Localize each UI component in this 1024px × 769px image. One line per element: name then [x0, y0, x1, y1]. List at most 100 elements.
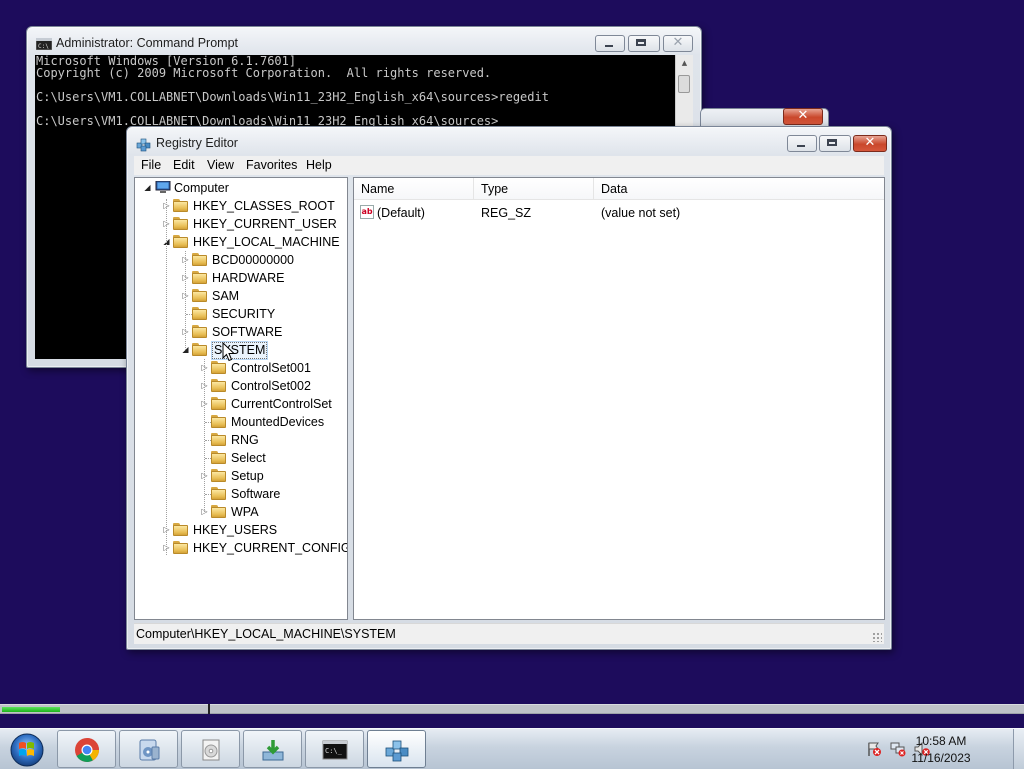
tree-node-label[interactable]: HARDWARE — [212, 269, 284, 287]
menu-file[interactable]: File — [141, 158, 161, 172]
taskbar-command-prompt[interactable]: C:\_ — [305, 730, 364, 768]
folder-icon — [173, 217, 188, 230]
cmd-title: Administrator: Command Prompt — [56, 36, 239, 50]
start-button[interactable] — [4, 730, 50, 768]
scroll-up-icon[interactable]: ▲ — [676, 55, 693, 72]
taskbar-installer[interactable] — [243, 730, 302, 768]
tree-node-label[interactable]: Setup — [231, 467, 264, 485]
menu-help[interactable]: Help — [306, 158, 332, 172]
regedit-maximize-button[interactable] — [819, 135, 851, 152]
maximize-icon — [636, 39, 646, 46]
background-window-close-button[interactable]: ✕ — [783, 108, 823, 125]
svg-text:C:\: C:\ — [38, 43, 49, 50]
value-name[interactable]: (Default) — [377, 204, 425, 222]
folder-icon — [211, 379, 226, 392]
close-icon: ✕ — [864, 135, 876, 150]
tree-node-label[interactable]: HKEY_CLASSES_ROOT — [193, 197, 335, 215]
folder-icon — [192, 271, 207, 284]
taskbar-disc[interactable] — [181, 730, 240, 768]
svg-text:C:\_: C:\_ — [325, 747, 343, 755]
folder-icon — [211, 469, 226, 482]
status-path: Computer\HKEY_LOCAL_MACHINE\SYSTEM — [136, 627, 396, 641]
tree-node-label[interactable]: SECURITY — [212, 305, 275, 323]
value-type[interactable]: REG_SZ — [481, 204, 531, 222]
minimize-icon — [605, 45, 613, 47]
tree-node-label[interactable]: SYSTEM — [210, 341, 269, 360]
menu-view[interactable]: View — [207, 158, 234, 172]
taskbar-chrome[interactable] — [57, 730, 116, 768]
folder-icon — [211, 451, 226, 464]
tree-node-label[interactable]: CurrentControlSet — [231, 395, 332, 413]
column-data[interactable]: Data — [594, 178, 884, 200]
column-name[interactable]: Name — [354, 178, 474, 200]
taskbar: C:\_ 10:58 AM 11/16/2023 — [0, 728, 1024, 769]
regedit-window[interactable]: Registry Editor ✕ File Edit View Favorit… — [126, 126, 892, 650]
tree-node-label[interactable]: RNG — [231, 431, 259, 449]
folder-icon — [173, 235, 188, 248]
tree-node-label[interactable]: HKEY_USERS — [193, 521, 277, 539]
registry-tree[interactable]: ◢ Computer ▷ HKEY_CLASSES_ROOT ▷ HKEY_CURRENT… — [134, 177, 348, 620]
regedit-icon — [385, 740, 409, 762]
regedit-minimize-button[interactable] — [787, 135, 817, 152]
menu-bar: File Edit View Favorites Help — [134, 156, 884, 175]
tree-node-label[interactable]: ControlSet002 — [231, 377, 311, 395]
computer-icon — [155, 180, 171, 194]
action-center-flag-icon[interactable] — [866, 741, 882, 757]
tree-guide-line — [166, 199, 167, 555]
maximize-icon — [827, 139, 837, 146]
folder-icon — [211, 487, 226, 500]
clock-date[interactable]: 11/16/2023 — [886, 751, 996, 765]
folder-icon — [192, 325, 207, 338]
menu-edit[interactable]: Edit — [173, 158, 195, 172]
close-icon: ✕ — [672, 35, 684, 50]
resize-grip-icon[interactable] — [872, 632, 882, 642]
tree-node-label[interactable]: SOFTWARE — [212, 323, 282, 341]
folder-icon — [211, 505, 226, 518]
console-line: C:\Users\VM1.COLLABNET\Downloads\Win11_2… — [36, 90, 549, 104]
status-bar: Computer\HKEY_LOCAL_MACHINE\SYSTEM — [134, 623, 884, 644]
values-list[interactable]: Name Type Data ab (Default) REG_SZ (valu… — [353, 177, 885, 620]
tree-guide-line — [204, 359, 205, 512]
disc-icon — [202, 739, 220, 761]
regedit-title: Registry Editor — [156, 136, 238, 150]
taskbar-regedit[interactable] — [367, 730, 426, 768]
console-line: Copyright (c) 2009 Microsoft Corporation… — [36, 66, 492, 80]
tree-node-label[interactable]: Software — [231, 485, 280, 503]
progress-bar — [0, 704, 1024, 714]
close-icon: ✕ — [797, 108, 809, 123]
folder-icon — [173, 199, 188, 212]
cmd-minimize-button[interactable] — [595, 35, 625, 52]
download-installer-icon — [262, 740, 284, 761]
string-value-icon: ab — [360, 205, 374, 219]
clock-time[interactable]: 10:58 AM — [886, 734, 996, 748]
regedit-close-button[interactable]: ✕ — [853, 135, 887, 152]
tree-node-label[interactable]: SAM — [212, 287, 239, 305]
tree-node-label[interactable]: HKEY_LOCAL_MACHINE — [193, 233, 340, 251]
tree-node-label[interactable]: ControlSet001 — [231, 359, 311, 377]
tree-node[interactable]: ◢ Computer — [135, 179, 347, 197]
folder-icon — [211, 433, 226, 446]
show-desktop-button[interactable] — [1013, 729, 1024, 769]
command-prompt-icon: C:\ — [36, 38, 52, 50]
column-type[interactable]: Type — [474, 178, 594, 200]
tree-node-label[interactable]: HKEY_CURRENT_CONFIG — [193, 539, 347, 557]
folder-icon — [192, 253, 207, 266]
cmd-maximize-button[interactable] — [628, 35, 660, 52]
folder-icon — [211, 397, 226, 410]
tree-node-label[interactable]: HKEY_CURRENT_USER — [193, 215, 337, 233]
taskbar-media-player[interactable] — [119, 730, 178, 768]
menu-favorites[interactable]: Favorites — [246, 158, 297, 172]
value-data[interactable]: (value not set) — [601, 204, 680, 222]
cmd-close-button[interactable]: ✕ — [663, 35, 693, 52]
folder-icon — [173, 523, 188, 536]
cmd-scroll-thumb[interactable] — [678, 75, 690, 93]
collapse-icon[interactable]: ◢ — [143, 179, 152, 197]
folder-icon — [211, 361, 226, 374]
tree-node-label[interactable]: WPA — [231, 503, 259, 521]
folder-icon — [211, 415, 226, 428]
tree-node-label[interactable]: BCD00000000 — [212, 251, 294, 269]
tree-node-label[interactable]: Select — [231, 449, 266, 467]
tree-node-label[interactable]: Computer — [174, 179, 229, 197]
chrome-icon — [75, 738, 99, 762]
tree-node-label[interactable]: MountedDevices — [231, 413, 324, 431]
